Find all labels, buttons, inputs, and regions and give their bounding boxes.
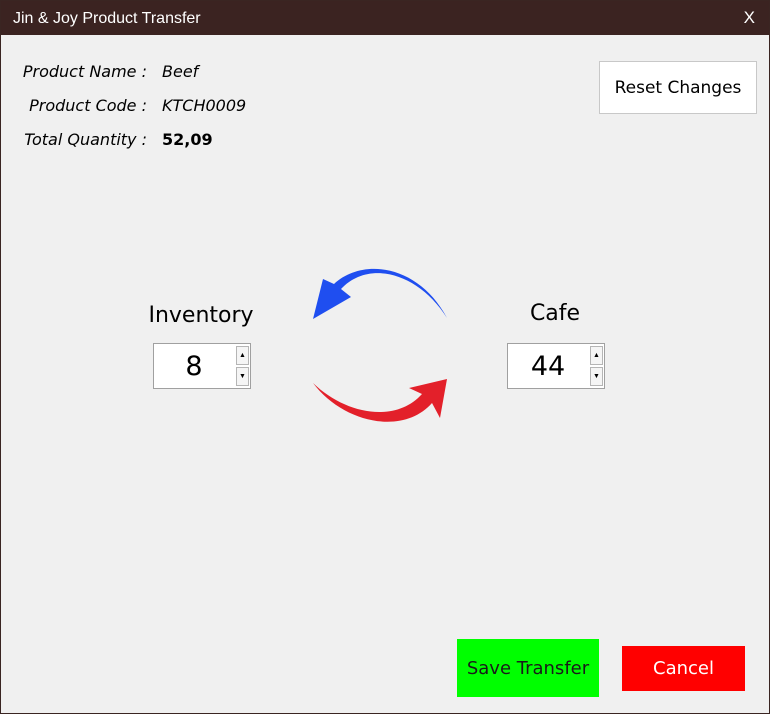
total-quantity-label: Total Quantity : bbox=[24, 130, 147, 149]
inventory-decrement-button[interactable]: ▼ bbox=[236, 367, 249, 386]
transfer-dialog: Jin & Joy Product Transfer X Product Nam… bbox=[0, 0, 770, 714]
cafe-quantity-stepper[interactable]: 44 ▲ ▼ bbox=[507, 343, 605, 389]
cancel-button[interactable]: Cancel bbox=[622, 646, 745, 691]
transfer-arrows-icon bbox=[313, 268, 447, 422]
arrow-to-cafe-icon bbox=[313, 379, 447, 422]
reset-changes-button[interactable]: Reset Changes bbox=[599, 61, 757, 114]
close-button[interactable]: X bbox=[744, 8, 755, 28]
cafe-label: Cafe bbox=[529, 301, 581, 326]
title-bar: Jin & Joy Product Transfer X bbox=[1, 1, 769, 35]
inventory-quantity-stepper[interactable]: 8 ▲ ▼ bbox=[153, 343, 251, 389]
product-code-label: Product Code : bbox=[29, 96, 147, 115]
total-quantity-value: 52,09 bbox=[162, 130, 213, 149]
inventory-quantity-value[interactable]: 8 bbox=[154, 344, 234, 388]
product-name-value: Beef bbox=[162, 62, 199, 81]
save-transfer-button[interactable]: Save Transfer bbox=[457, 639, 599, 697]
cafe-decrement-button[interactable]: ▼ bbox=[590, 367, 603, 386]
cafe-increment-button[interactable]: ▲ bbox=[590, 346, 603, 365]
window-title: Jin & Joy Product Transfer bbox=[13, 10, 201, 27]
inventory-label: Inventory bbox=[148, 303, 254, 328]
product-name-label: Product Name : bbox=[22, 62, 147, 81]
arrow-to-inventory-icon bbox=[313, 268, 447, 319]
product-code-value: KTCH0009 bbox=[162, 96, 247, 115]
inventory-increment-button[interactable]: ▲ bbox=[236, 346, 249, 365]
cafe-quantity-value[interactable]: 44 bbox=[508, 344, 588, 388]
